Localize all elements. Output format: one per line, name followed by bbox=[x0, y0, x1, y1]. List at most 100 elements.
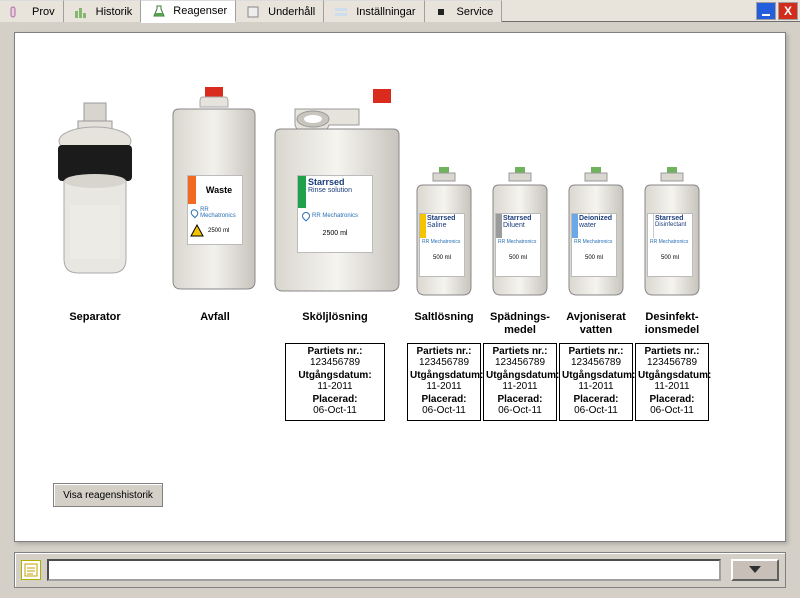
reagent-waste[interactable]: Waste RR Mechatronics 2500 ml bbox=[165, 85, 265, 305]
minimize-button[interactable] bbox=[756, 2, 776, 20]
info-value-expiry: 11-2011 bbox=[486, 381, 554, 392]
reagent-rinse[interactable]: Starrsed Rinse solution RR Mechatronics … bbox=[265, 85, 405, 305]
title-diluent: Spädnings- medel bbox=[483, 309, 557, 337]
disinf-label-vol: 500 ml bbox=[648, 255, 692, 261]
info-label-expiry: Utgångsdatum: bbox=[288, 370, 382, 381]
biohazard-icon bbox=[190, 224, 204, 238]
info-label-expiry: Utgångsdatum: bbox=[562, 370, 630, 381]
waste-label-vol: 2500 ml bbox=[208, 228, 229, 234]
info-label-expiry: Utgångsdatum: bbox=[638, 370, 706, 381]
info-value-placed: 06-Oct-11 bbox=[410, 405, 478, 416]
info-value-batch: 123456789 bbox=[562, 357, 630, 368]
saline-label-vol: 500 ml bbox=[420, 255, 464, 261]
waste-stripe bbox=[188, 176, 196, 204]
rinse-label-vol: 2500 ml bbox=[298, 230, 372, 237]
diluent-label-name: Starrsed bbox=[503, 215, 539, 222]
settings-icon bbox=[332, 4, 352, 20]
waste-label-brand: RR Mechatronics bbox=[200, 207, 239, 219]
info-label-batch: Partiets nr.: bbox=[562, 346, 630, 357]
info-card-disinf[interactable]: Partiets nr.: 123456789 Utgångsdatum: 11… bbox=[635, 343, 709, 421]
show-history-label: Visa reagenshistorik bbox=[63, 490, 153, 501]
reagent-separator[interactable] bbox=[25, 95, 165, 305]
close-button[interactable]: X bbox=[778, 2, 798, 20]
diluent-label-brand: RR Mechatronics bbox=[496, 238, 540, 247]
tab-label: Underhåll bbox=[268, 6, 315, 18]
tube-icon bbox=[8, 4, 28, 20]
title-disinf: Desinfekt- ionsmedel bbox=[635, 309, 709, 337]
disinf-label-sub: Disinfectant bbox=[655, 222, 691, 228]
reagent-row: Waste RR Mechatronics 2500 ml bbox=[25, 47, 775, 305]
info-value-batch: 123456789 bbox=[410, 357, 478, 368]
saline-label-brand: RR Mechatronics bbox=[420, 238, 464, 247]
title-saline: Saltlösning bbox=[407, 309, 481, 324]
info-value-batch: 123456789 bbox=[638, 357, 706, 368]
saline-label-name: Starrsed bbox=[427, 215, 463, 222]
tab-bar: Prov Historik Reagenser Underhåll Instäl… bbox=[0, 0, 800, 22]
info-value-expiry: 11-2011 bbox=[288, 381, 382, 392]
show-history-button[interactable]: Visa reagenshistorik bbox=[53, 483, 163, 507]
disinf-label-name: Starrsed bbox=[655, 215, 691, 222]
info-label-batch: Partiets nr.: bbox=[288, 346, 382, 357]
info-value-expiry: 11-2011 bbox=[410, 381, 478, 392]
deion-label-sub: water bbox=[579, 222, 615, 229]
status-dropdown-button[interactable] bbox=[731, 559, 779, 581]
info-card-saline[interactable]: Partiets nr.: 123456789 Utgångsdatum: 11… bbox=[407, 343, 481, 421]
info-value-expiry: 11-2011 bbox=[562, 381, 630, 392]
tab-historik[interactable]: Historik bbox=[64, 0, 142, 22]
rinse-stripe bbox=[298, 176, 306, 208]
deion-label-name: Deionized bbox=[579, 215, 615, 222]
deion-label-brand: RR Mechatronics bbox=[572, 238, 616, 247]
tab-prov[interactable]: Prov bbox=[0, 0, 64, 22]
info-value-placed: 06-Oct-11 bbox=[638, 405, 706, 416]
chevron-down-icon bbox=[749, 566, 761, 574]
tab-underhall[interactable]: Underhåll bbox=[236, 0, 324, 22]
diluent-label-vol: 500 ml bbox=[496, 255, 540, 261]
status-bar bbox=[14, 552, 786, 588]
reagent-titles: Separator Avfall Sköljlösning Saltlösnin… bbox=[25, 309, 775, 337]
info-label-placed: Placerad: bbox=[638, 394, 706, 405]
tab-service[interactable]: Service bbox=[425, 0, 503, 22]
reagent-deionized[interactable]: Deionized water RR Mechatronics 500 ml bbox=[559, 165, 633, 305]
info-label-placed: Placerad: bbox=[562, 394, 630, 405]
title-rinse: Sköljlösning bbox=[265, 309, 405, 324]
note-icon[interactable] bbox=[21, 560, 41, 580]
info-card-rinse[interactable]: Partiets nr.: 123456789 Utgångsdatum: 11… bbox=[285, 343, 385, 421]
saline-label-sub: Saline bbox=[427, 222, 463, 229]
tab-label: Service bbox=[457, 6, 494, 18]
reagent-disinfectant[interactable]: Starrsed Disinfectant RR Mechatronics 50… bbox=[635, 165, 709, 305]
rinse-label-sub: Rinse solution bbox=[308, 187, 370, 194]
tab-installningar[interactable]: Inställningar bbox=[324, 0, 424, 22]
info-label-expiry: Utgångsdatum: bbox=[410, 370, 478, 381]
reagent-panel: Waste RR Mechatronics 2500 ml bbox=[14, 32, 786, 542]
info-value-batch: 123456789 bbox=[288, 357, 382, 368]
info-label-expiry: Utgångsdatum: bbox=[486, 370, 554, 381]
info-value-placed: 06-Oct-11 bbox=[486, 405, 554, 416]
tab-label: Historik bbox=[96, 6, 133, 18]
info-value-batch: 123456789 bbox=[486, 357, 554, 368]
diluent-label-sub: Diluent bbox=[503, 222, 539, 229]
info-label-batch: Partiets nr.: bbox=[410, 346, 478, 357]
info-value-placed: 06-Oct-11 bbox=[288, 405, 382, 416]
tab-reagenser[interactable]: Reagenser bbox=[141, 0, 236, 23]
rinse-label-brand: RR Mechatronics bbox=[312, 213, 358, 219]
window-buttons: X bbox=[756, 0, 800, 21]
rinse-label-name: Starrsed bbox=[308, 178, 370, 187]
reagent-saline[interactable]: Starrsed Saline RR Mechatronics 500 ml bbox=[407, 165, 481, 305]
info-card-diluent[interactable]: Partiets nr.: 123456789 Utgångsdatum: 11… bbox=[483, 343, 557, 421]
tab-label: Inställningar bbox=[356, 6, 415, 18]
waste-label-name: Waste bbox=[196, 176, 242, 204]
paper-icon bbox=[244, 4, 264, 20]
info-label-placed: Placerad: bbox=[410, 394, 478, 405]
info-row: Partiets nr.: 123456789 Utgångsdatum: 11… bbox=[25, 343, 775, 421]
status-message-field[interactable] bbox=[47, 559, 721, 581]
tab-label: Reagenser bbox=[173, 5, 227, 17]
info-label-placed: Placerad: bbox=[288, 394, 382, 405]
info-label-batch: Partiets nr.: bbox=[486, 346, 554, 357]
reagent-diluent[interactable]: Starrsed Diluent RR Mechatronics 500 ml bbox=[483, 165, 557, 305]
info-value-placed: 06-Oct-11 bbox=[562, 405, 630, 416]
info-label-placed: Placerad: bbox=[486, 394, 554, 405]
deion-label-vol: 500 ml bbox=[572, 255, 616, 261]
info-value-expiry: 11-2011 bbox=[638, 381, 706, 392]
info-card-deion[interactable]: Partiets nr.: 123456789 Utgångsdatum: 11… bbox=[559, 343, 633, 421]
disinf-label-brand: RR Mechatronics bbox=[648, 238, 692, 247]
